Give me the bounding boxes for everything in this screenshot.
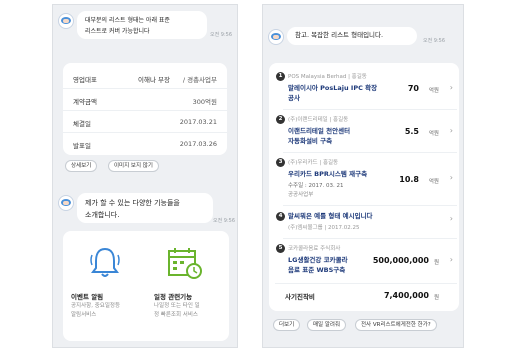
- rank-number: 4: [276, 212, 285, 221]
- item-company: (주)이랜드리테일 | 홍길동: [288, 117, 349, 123]
- feature-desc-1: 공지사항, 중요일정등: [71, 303, 121, 309]
- total-row: 사기진작비 7,400,000 원: [273, 284, 457, 308]
- vr-list-chip-suffix: 전한 한가?: [405, 322, 431, 328]
- item-dept: 공공사업부: [288, 192, 314, 198]
- feature-card: 이벤트 알림 공지사항, 중요일정등 알림서비스 일정 관련기능 나일정 또는 …: [63, 231, 229, 341]
- chevron-right-icon: ›: [449, 126, 453, 135]
- info-value: 300억원: [192, 98, 217, 106]
- item-company: 코카콜라음료 주식회사: [288, 246, 341, 252]
- list-greeting-time: 오전 9:56: [423, 38, 446, 44]
- info-key: 체결일: [73, 120, 91, 128]
- total-unit: 원: [433, 295, 439, 301]
- greeting-line-2: 리스트로 커버 가능합니다: [85, 28, 150, 35]
- feature-desc-2: 정 빠른조회 서비스: [154, 312, 198, 318]
- feature-desc-1: 나일정 또는 타인 일: [154, 303, 200, 309]
- item-company: (주)엠씨몰그룹 | 2017.02.25: [288, 225, 360, 231]
- chevron-right-icon: ›: [449, 255, 453, 264]
- chevron-right-icon: ›: [449, 83, 453, 92]
- item-unit: 억원: [428, 179, 439, 185]
- greeting-line-1: 대부분의 리스트 형태는 아래 표준: [85, 17, 170, 24]
- item-title-1: 말레이시아 PosLaju IPC 확장: [288, 84, 378, 92]
- item-amount: 500,000,000: [372, 256, 429, 265]
- item-company: (주)우리카드 | 홍길동: [288, 160, 339, 166]
- item-unit: 원: [433, 260, 439, 266]
- rank-number: 5: [276, 244, 285, 253]
- item-title-1: LG생활건강 코카콜라: [288, 256, 348, 264]
- info-value: 2017.03.26: [179, 140, 217, 148]
- contract-info-card: 영업대표 이해나 부장 / 경총사업부 계약금액 300억원 체결일 2017.…: [63, 63, 227, 155]
- list-greeting-text: 참고. 복잡한 리스트 형태입니다.: [295, 31, 384, 39]
- item-title-2: 음료 표준 WBS구축: [288, 266, 346, 274]
- info-key: 발표일: [73, 142, 91, 150]
- rank-number: 3: [276, 158, 285, 167]
- bot-avatar: [58, 195, 74, 211]
- info-value: 2017.03.21: [179, 118, 217, 126]
- info-row-signed-date: 체결일 2017.03.21: [63, 111, 227, 133]
- daily-notify-chip[interactable]: 매일 알려줘: [307, 319, 347, 331]
- more-chip[interactable]: 더보기: [273, 319, 301, 331]
- item-company: POS Malaysia Berhad | 홍길동: [288, 74, 367, 80]
- event-alert-feature[interactable]: 이벤트 알림 공지사항, 중요일정등 알림서비스: [63, 231, 146, 341]
- rank-number: 1: [276, 72, 285, 81]
- list-item[interactable]: 3 (주)우리카드 | 홍길동 우리카드 BPR시스템 재구축 수주일 : 20…: [273, 153, 457, 205]
- info-key: 계약금액: [73, 98, 97, 106]
- item-amount: 70: [407, 84, 419, 93]
- calendar-icon: [168, 248, 202, 279]
- info-value-name: 이해나 부장: [138, 76, 170, 84]
- schedule-feature[interactable]: 일정 관련기능 나일정 또는 타인 일 정 빠른조회 서비스: [146, 231, 229, 341]
- info-row-contract-amount: 계약금액 300억원: [63, 89, 227, 111]
- item-title-1: 말씨뭐은 예를 형태 예시입니다: [288, 212, 373, 220]
- vr-list-chip-label: 전사 VR리스트에게: [361, 322, 406, 328]
- intro-line-2: 소개합니다.: [85, 211, 120, 219]
- feature-desc-2: 알림서비스: [71, 312, 97, 318]
- item-unit: 억원: [428, 131, 439, 137]
- item-title-1: 우리카드 BPR시스템 재구축: [288, 170, 368, 178]
- detail-view-chip[interactable]: 상세보기: [65, 160, 98, 172]
- left-chat-screen: 대부분의 리스트 형태는 아래 표준 리스트로 커버 가능합니다 오전 9:56…: [52, 4, 238, 348]
- vr-list-chip[interactable]: 전사 VR리스트에게전한 한가?: [355, 319, 437, 331]
- item-title-2: 자동화설비 구축: [288, 137, 333, 145]
- bell-icon: [90, 247, 120, 277]
- rank-number: 2: [276, 115, 285, 124]
- bot-avatar: [58, 13, 74, 29]
- list-item[interactable]: 1 POS Malaysia Berhad | 홍길동 말레이시아 PosLaj…: [273, 67, 457, 109]
- intro-time: 오전 9:56: [213, 218, 236, 224]
- item-unit: 억원: [428, 88, 439, 94]
- total-amount: 7,400,000: [383, 291, 429, 300]
- list-item[interactable]: 5 코카콜라음료 주식회사 LG생활건강 코카콜라 음료 표준 WBS구축 50…: [273, 239, 457, 283]
- total-label: 사기진작비: [285, 293, 315, 301]
- greeting-bubble: 대부분의 리스트 형태는 아래 표준 리스트로 커버 가능합니다: [77, 11, 207, 39]
- chevron-right-icon: ›: [449, 173, 453, 182]
- right-chat-screen: 참고. 복잡한 리스트 형태입니다. 오전 9:56 1 POS Malaysi…: [262, 4, 464, 348]
- item-title-1: 이랜드리테일 천안센터: [288, 127, 351, 135]
- feature-title: 이벤트 알림: [71, 293, 104, 301]
- list-item[interactable]: 2 (주)이랜드리테일 | 홍길동 이랜드리테일 천안센터 자동화설비 구축 5…: [273, 110, 457, 152]
- greeting-time: 오전 9:56: [210, 32, 233, 38]
- feature-title: 일정 관련기능: [154, 293, 193, 301]
- bot-avatar: [268, 29, 284, 45]
- item-date: 수주일 : 2017. 03. 21: [288, 183, 344, 189]
- info-key: 영업대표: [73, 76, 97, 84]
- hide-image-chip[interactable]: 이미지 보지 않기: [108, 160, 159, 172]
- item-amount: 10.8: [399, 175, 419, 184]
- info-row-sales-rep: 영업대표 이해나 부장 / 경총사업부: [63, 67, 227, 89]
- intro-bubble: 제가 할 수 있는 다양한 기능들을 소개합니다.: [77, 193, 213, 223]
- info-row-announce-date: 발표일 2017.03.26: [63, 133, 227, 155]
- item-title-2: 공사: [288, 94, 300, 102]
- list-greeting-bubble: 참고. 복잡한 리스트 형태입니다.: [287, 27, 417, 45]
- item-amount: 5.5: [404, 127, 419, 136]
- intro-line-1: 제가 할 수 있는 다양한 기능들을: [85, 199, 180, 207]
- list-item[interactable]: 4 말씨뭐은 예를 형태 예시입니다 (주)엠씨몰그룹 | 2017.02.25…: [273, 206, 457, 238]
- chevron-right-icon: ›: [449, 214, 453, 223]
- info-value-dept: / 경총사업부: [182, 76, 217, 84]
